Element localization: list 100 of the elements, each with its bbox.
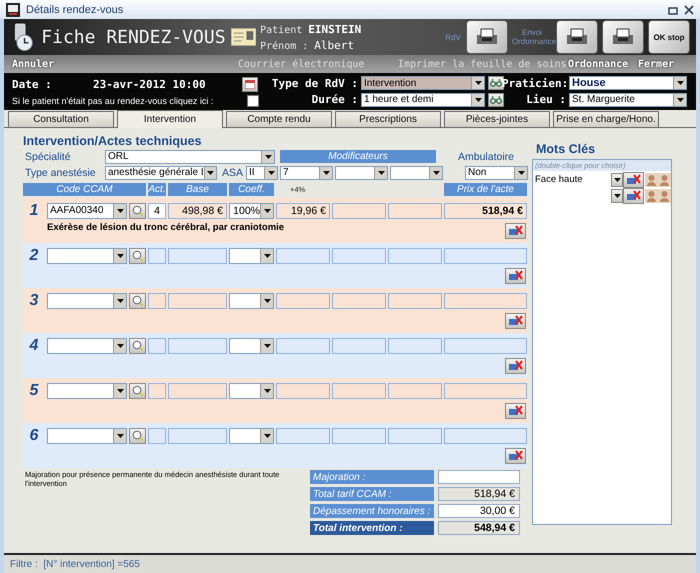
type-dropdown[interactable]: Intervention	[361, 76, 485, 90]
caret-icon	[322, 170, 330, 174]
key-button[interactable]	[466, 20, 508, 54]
place-dropdown[interactable]: St. Marguerite	[569, 92, 687, 107]
date-value: 23-avr-2012 10:00	[93, 78, 207, 90]
coeff-dropdown[interactable]	[229, 338, 274, 354]
dropdown-button[interactable]	[611, 188, 623, 202]
empty-cell	[332, 382, 386, 398]
key-button[interactable]: OK stop	[648, 20, 690, 54]
delete-icon	[508, 270, 523, 282]
amount-field[interactable]	[438, 470, 520, 484]
delete-button[interactable]	[505, 448, 526, 464]
code-dropdown[interactable]	[47, 382, 127, 398]
type-label: Type de RdV :	[270, 76, 358, 90]
practitioner-dropdown[interactable]: House	[569, 76, 687, 90]
empty-cell	[148, 428, 166, 444]
key-button[interactable]	[556, 20, 598, 54]
code-dropdown[interactable]	[47, 248, 127, 264]
dropdown-button[interactable]	[611, 172, 623, 186]
code-dropdown[interactable]	[47, 428, 127, 444]
tab[interactable]: Prise en charge/Hono.	[553, 111, 659, 127]
anesthesia-dropdown[interactable]: anesthésie générale I	[105, 166, 217, 180]
duration-dropdown[interactable]: 1 heure et demi	[361, 92, 485, 107]
code-dropdown[interactable]	[47, 292, 127, 308]
close-icon[interactable]	[684, 4, 694, 14]
firstname-label: Prénom :	[260, 40, 308, 52]
coeff-dropdown[interactable]: 100%	[229, 202, 274, 218]
asa-label: ASA	[221, 166, 243, 178]
caret-icon	[264, 208, 270, 212]
row-number: 2	[28, 246, 40, 264]
tab[interactable]: Compte rendu	[226, 111, 332, 127]
caret-icon	[264, 298, 270, 302]
tab[interactable]: Prescriptions	[335, 111, 441, 127]
caret-icon	[264, 154, 272, 158]
search-button[interactable]	[129, 202, 146, 218]
delete-icon	[508, 224, 523, 236]
empty-cell	[332, 202, 386, 218]
coeff-dropdown[interactable]	[229, 428, 274, 444]
empty-cell	[168, 248, 227, 264]
window-title: Détails rendez-vous	[26, 4, 124, 16]
date-label: Date :	[12, 78, 53, 90]
empty-cell	[276, 292, 330, 308]
search-button[interactable]	[129, 428, 146, 444]
row-number: 3	[28, 292, 40, 310]
search-icon	[132, 385, 143, 396]
calendar-button[interactable]	[242, 76, 258, 92]
delete-button[interactable]	[505, 358, 526, 374]
specialty-dropdown[interactable]: ORL	[105, 150, 275, 164]
modifier-dropdown[interactable]	[335, 166, 388, 180]
key-button[interactable]	[602, 20, 644, 54]
code-dropdown[interactable]: AAFA00340	[47, 202, 127, 218]
empty-cell	[148, 338, 166, 354]
glasses-button[interactable]	[488, 76, 504, 90]
empty-cell	[148, 292, 166, 308]
empty-cell	[276, 428, 330, 444]
delete-icon	[508, 450, 523, 462]
tab[interactable]: Pièces-jointes	[444, 111, 550, 127]
caret-icon	[614, 178, 620, 182]
search-icon	[132, 295, 143, 306]
caret-icon	[268, 170, 274, 174]
coeff-dropdown[interactable]	[229, 382, 274, 398]
amount-field[interactable]: 30,00 €	[438, 504, 520, 518]
column-header: Base	[168, 183, 227, 196]
asa-dropdown[interactable]: II	[246, 166, 278, 180]
keyword-item[interactable]: Face haute	[535, 174, 611, 185]
people-picture	[645, 188, 671, 202]
delete-button[interactable]	[505, 268, 526, 284]
tab[interactable]: Intervention	[117, 110, 223, 128]
delete-icon	[508, 404, 523, 416]
delete-button[interactable]	[623, 172, 644, 188]
glasses-button[interactable]	[488, 92, 504, 107]
caret-icon	[116, 344, 124, 348]
coeff-dropdown[interactable]	[229, 292, 274, 308]
coeff-dropdown[interactable]	[229, 248, 274, 264]
empty-cell	[332, 428, 386, 444]
search-button[interactable]	[129, 338, 146, 354]
glasses-icon	[490, 79, 502, 88]
printer-icon	[566, 28, 588, 46]
absent-checkbox[interactable]	[247, 94, 259, 106]
app-icon	[6, 2, 20, 16]
modifier-dropdown[interactable]: 7	[280, 166, 333, 180]
modifier-dropdown[interactable]	[390, 166, 443, 180]
search-button[interactable]	[129, 248, 146, 264]
tab[interactable]: Consultation	[8, 111, 114, 127]
delete-button[interactable]	[505, 402, 526, 418]
column-header: Coeff.	[229, 183, 274, 196]
modifiers-header: Modificateurs	[280, 150, 436, 163]
place-label: Lieu :	[525, 93, 566, 106]
code-dropdown[interactable]	[47, 338, 127, 354]
delete-button[interactable]	[505, 312, 526, 328]
delete-button[interactable]	[623, 188, 644, 204]
total-label: Total tarif CCAM :	[310, 487, 434, 501]
search-button[interactable]	[129, 292, 146, 308]
minimize-icon[interactable]	[668, 4, 678, 14]
ambulatory-dropdown[interactable]: Non	[465, 166, 528, 180]
caret-icon	[378, 170, 384, 174]
delete-button[interactable]	[505, 222, 526, 238]
row-number: 6	[28, 426, 40, 444]
search-icon	[132, 430, 143, 441]
search-button[interactable]	[129, 382, 146, 398]
